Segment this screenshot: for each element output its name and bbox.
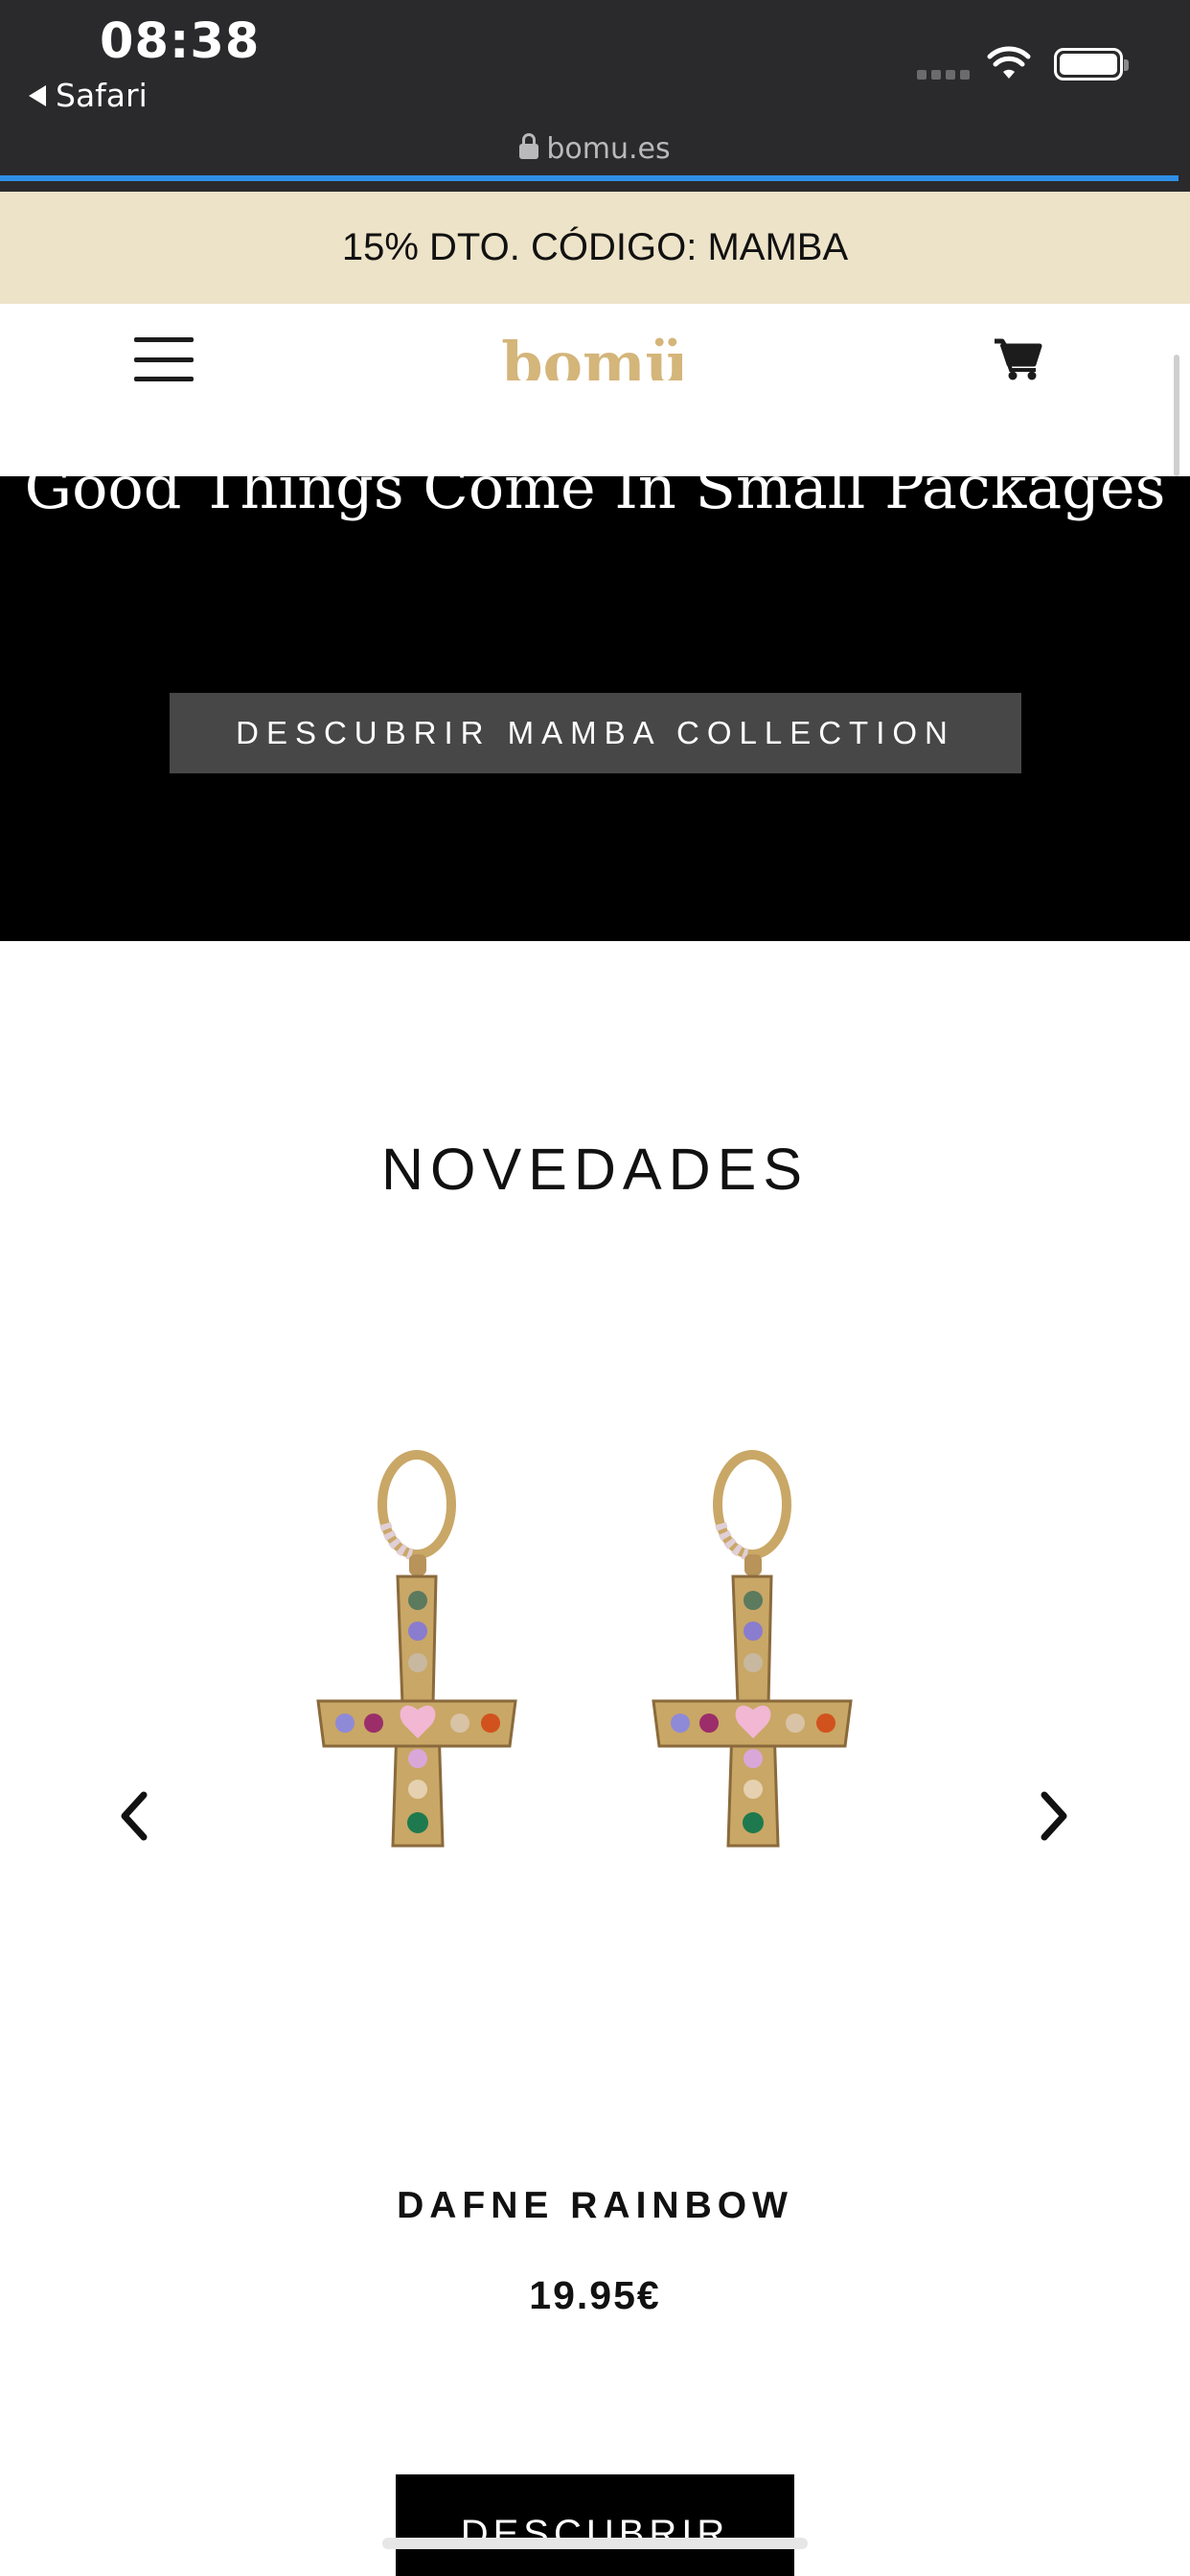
chevron-left-icon[interactable] [117, 1787, 155, 1845]
status-bar: 08:38 Safari bomu.es [0, 0, 1190, 192]
discover-product-label: DESCUBRIR [460, 2513, 730, 2555]
discover-product-button[interactable]: DESCUBRIR [396, 2474, 794, 2576]
back-app-label: Safari [56, 77, 148, 114]
product-price: 19.95€ [529, 2273, 661, 2317]
promo-banner[interactable]: 15% DTO. CÓDIGO: MAMBA [0, 192, 1190, 304]
chevron-right-icon[interactable] [1033, 1787, 1071, 1845]
lock-icon [519, 133, 539, 159]
discover-collection-button[interactable]: DESCUBRIR MAMBA COLLECTION [170, 693, 1021, 773]
page-load-progress [0, 175, 1179, 181]
status-time: 08:38 [100, 13, 261, 70]
cellular-signal-icon [917, 70, 970, 80]
promo-text: 15% DTO. CÓDIGO: MAMBA [341, 226, 849, 268]
product-image[interactable] [297, 1447, 872, 1945]
home-indicator[interactable] [382, 2538, 808, 2549]
wifi-icon [987, 46, 1031, 79]
hero-title: Good Things Come In Small Packages [24, 476, 1166, 522]
cart-icon[interactable] [995, 338, 1042, 380]
product-name[interactable]: DAFNE RAINBOW [0, 2185, 1190, 2227]
back-triangle-icon [29, 84, 46, 106]
address-bar[interactable]: bomu.es [0, 132, 1190, 166]
section-title: NOVEDADES [380, 1137, 810, 1202]
site-header: bomü [0, 304, 1190, 476]
scrollbar[interactable] [1174, 355, 1179, 476]
url-text: bomu.es [546, 132, 671, 166]
hero-banner: Good Things Come In Small Packages DESCU… [0, 476, 1190, 941]
battery-icon [1054, 48, 1129, 80]
back-to-app-link[interactable]: Safari [29, 77, 148, 114]
